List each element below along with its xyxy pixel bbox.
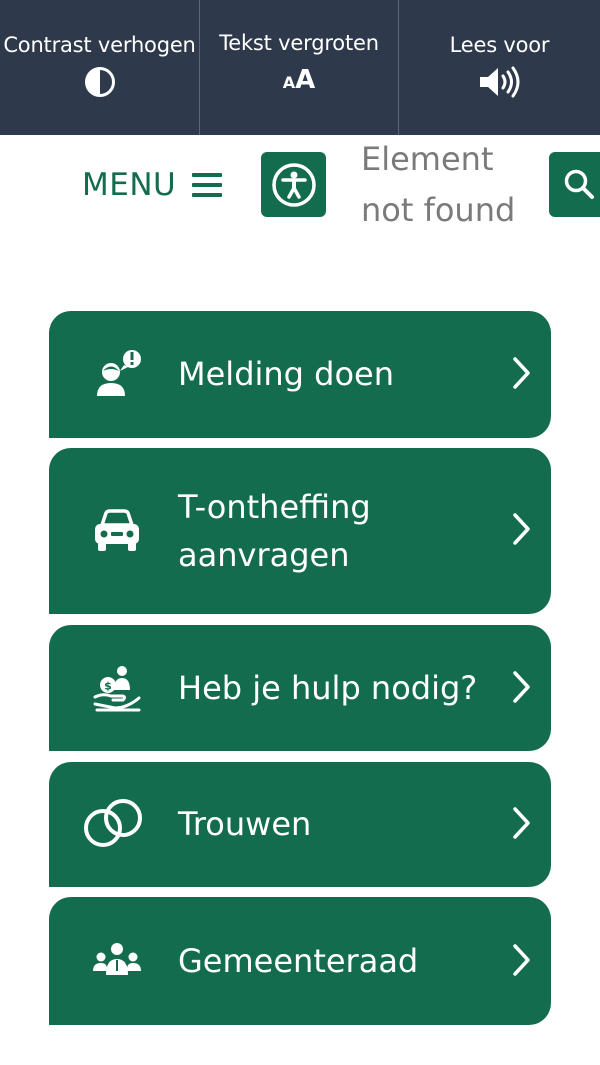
chevron-right-icon <box>513 357 530 389</box>
search-icon <box>564 169 594 199</box>
tile-label: Gemeenteraad <box>178 942 419 980</box>
contrast-label: Contrast verhogen <box>3 33 196 57</box>
accessibility-person-icon <box>271 162 316 207</box>
chevron-right-icon <box>513 944 530 976</box>
council-icon <box>89 933 145 989</box>
tile-label: Melding doen <box>178 355 395 393</box>
tile-trouwen[interactable]: Trouwen <box>49 762 551 887</box>
not-found-message: Element not found <box>361 140 516 229</box>
tile-hulp-nodig[interactable]: $ Heb je hulp nodig? <box>49 625 551 751</box>
tile-gemeenteraad[interactable]: Gemeenteraad <box>49 897 551 1025</box>
speaker-icon <box>478 66 522 98</box>
accessibility-button[interactable] <box>261 152 326 217</box>
contrast-button[interactable]: Contrast verhogen <box>0 0 200 135</box>
contrast-icon <box>84 66 116 98</box>
tile-label: Heb je hulp nodig? <box>178 669 478 707</box>
text-size-label: Tekst vergroten <box>219 31 379 55</box>
report-person-icon <box>89 346 145 402</box>
menu-button[interactable]: MENU <box>82 162 223 208</box>
hamburger-icon <box>192 173 223 197</box>
chevron-right-icon <box>513 513 530 545</box>
text-size-icon: AA <box>282 65 316 95</box>
read-aloud-label: Lees voor <box>449 33 550 57</box>
accessibility-toolbar: Contrast verhogen Tekst vergroten AA Lee… <box>0 0 600 135</box>
tile-t-ontheffing[interactable]: T-ontheffing aanvragen <box>49 448 551 614</box>
menu-label: MENU <box>82 167 177 203</box>
helping-hand-icon: $ <box>89 660 145 716</box>
tile-label: T-ontheffing aanvragen <box>178 488 371 574</box>
tile-melding-doen[interactable]: Melding doen <box>49 311 551 438</box>
chevron-right-icon <box>513 807 530 839</box>
chevron-right-icon <box>513 671 530 703</box>
text-size-button[interactable]: Tekst vergroten AA <box>200 0 399 135</box>
read-aloud-button[interactable]: Lees voor <box>399 0 600 135</box>
rings-icon <box>81 796 147 852</box>
tile-label: Trouwen <box>178 805 312 843</box>
svg-text:$: $ <box>104 680 112 693</box>
search-button[interactable] <box>549 152 600 217</box>
car-icon <box>89 503 145 559</box>
